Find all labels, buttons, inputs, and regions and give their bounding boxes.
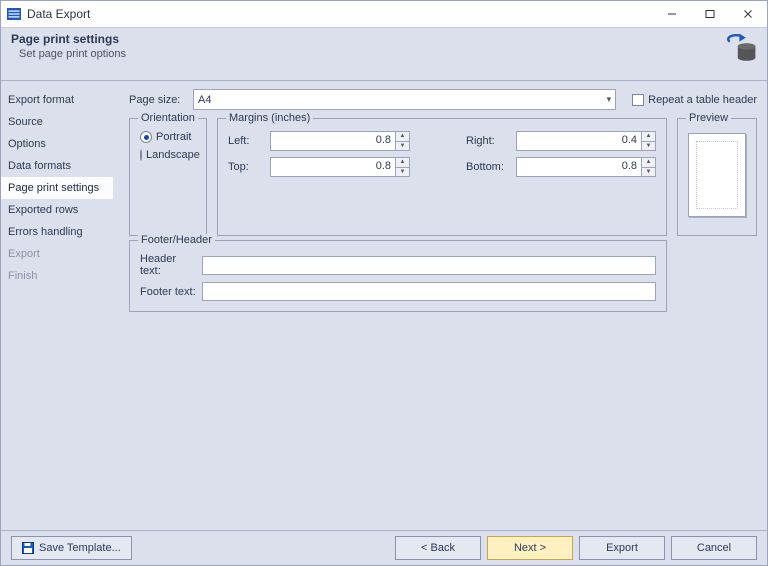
bottom-bar: Save Template... < Back Next > Export Ca… [1, 530, 767, 565]
save-template-button[interactable]: Save Template... [11, 536, 132, 560]
banner: Page print settings Set page print optio… [1, 28, 767, 81]
window-close-button[interactable] [729, 1, 767, 27]
window-title: Data Export [27, 7, 653, 21]
right-margin-input[interactable]: 0.4 ▲▼ [516, 131, 656, 151]
chevron-down-icon: ▾ [607, 94, 612, 105]
header-text-label: Header text: [140, 253, 198, 277]
titlebar: Data Export [1, 1, 767, 28]
window: Data Export Page print settings Set page… [0, 0, 768, 566]
export-button[interactable]: Export [579, 536, 665, 560]
orientation-group: Orientation Portrait Landscape [129, 118, 207, 236]
sidebar-item-options[interactable]: Options [1, 133, 113, 155]
top-margin-label: Top: [228, 161, 264, 173]
content: Page size: A4 ▾ Repeat a table header Or… [113, 81, 767, 530]
spinner-down-icon[interactable]: ▼ [396, 142, 409, 151]
footer-text-input[interactable] [202, 282, 656, 301]
window-minimize-button[interactable] [653, 1, 691, 27]
next-button[interactable]: Next > [487, 536, 573, 560]
spinner-down-icon[interactable]: ▼ [396, 168, 409, 177]
sidebar-item-exported-rows[interactable]: Exported rows [1, 199, 113, 221]
save-template-label: Save Template... [39, 542, 121, 554]
spinner-down-icon[interactable]: ▼ [642, 142, 655, 151]
maximize-icon [705, 9, 715, 19]
spinner-up-icon[interactable]: ▲ [396, 132, 409, 142]
preview-group: Preview [677, 118, 757, 236]
pagesize-label: Page size: [129, 94, 185, 106]
body: Export format Source Options Data format… [1, 81, 767, 530]
banner-heading: Page print settings [11, 32, 757, 46]
orientation-portrait-label: Portrait [156, 131, 191, 143]
spinner-down-icon[interactable]: ▼ [642, 168, 655, 177]
left-margin-input[interactable]: 0.8 ▲▼ [270, 131, 410, 151]
bottom-margin-input[interactable]: 0.8 ▲▼ [516, 157, 656, 177]
sidebar: Export format Source Options Data format… [1, 81, 113, 530]
preview-legend: Preview [686, 112, 731, 124]
spinner-up-icon[interactable]: ▲ [642, 158, 655, 168]
top-margin-input[interactable]: 0.8 ▲▼ [270, 157, 410, 177]
footerheader-group: Footer/Header Header text: Footer text: [129, 240, 667, 312]
orientation-portrait-radio[interactable] [140, 131, 152, 143]
sidebar-item-export-format[interactable]: Export format [1, 89, 113, 111]
sidebar-item-export: Export [1, 243, 113, 265]
orientation-landscape-radio[interactable] [140, 149, 142, 161]
right-margin-label: Right: [466, 135, 510, 147]
app-icon [7, 8, 21, 20]
banner-subheading: Set page print options [11, 48, 757, 60]
bottom-margin-label: Bottom: [466, 161, 510, 173]
sidebar-item-errors-handling[interactable]: Errors handling [1, 221, 113, 243]
page-preview [688, 133, 746, 217]
spinner-up-icon[interactable]: ▲ [396, 158, 409, 168]
repeat-header-checkbox[interactable] [632, 94, 644, 106]
sidebar-item-page-print-settings[interactable]: Page print settings [1, 177, 113, 199]
window-maximize-button[interactable] [691, 1, 729, 27]
footerheader-legend: Footer/Header [138, 234, 215, 246]
margins-group: Margins (inches) Left: 0.8 ▲▼ Right: 0.4 [217, 118, 667, 236]
margins-legend: Margins (inches) [226, 112, 313, 124]
sidebar-item-source[interactable]: Source [1, 111, 113, 133]
orientation-landscape-label: Landscape [146, 149, 200, 161]
pagesize-dropdown[interactable]: A4 ▾ [193, 89, 616, 110]
footer-text-label: Footer text: [140, 286, 198, 298]
left-margin-label: Left: [228, 135, 264, 147]
header-text-input[interactable] [202, 256, 656, 275]
floppy-icon [22, 542, 34, 554]
cancel-button[interactable]: Cancel [671, 536, 757, 560]
pagesize-value: A4 [198, 94, 607, 106]
back-button[interactable]: < Back [395, 536, 481, 560]
spinner-up-icon[interactable]: ▲ [642, 132, 655, 142]
orientation-legend: Orientation [138, 112, 198, 124]
close-icon [743, 9, 753, 19]
sidebar-item-data-formats[interactable]: Data formats [1, 155, 113, 177]
repeat-header-label: Repeat a table header [648, 94, 757, 106]
sidebar-item-finish: Finish [1, 265, 113, 287]
export-cylinder-icon [725, 32, 757, 64]
minimize-icon [667, 9, 677, 19]
